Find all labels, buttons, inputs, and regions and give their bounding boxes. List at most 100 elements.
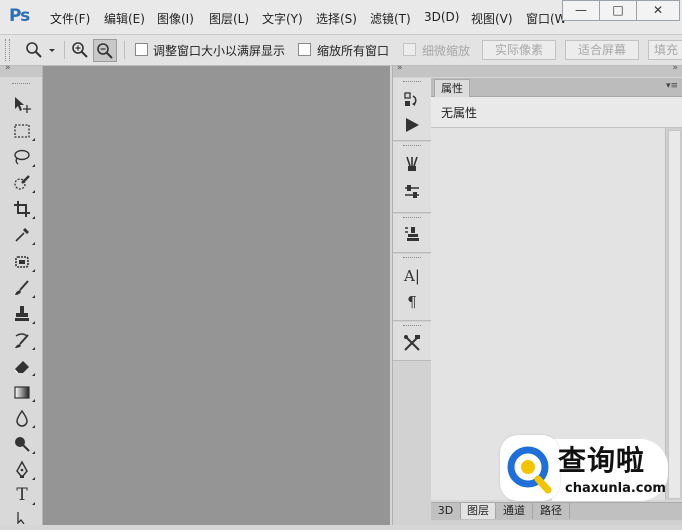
move-tool[interactable] xyxy=(12,94,32,114)
menu-filter[interactable]: 滤镜(T) xyxy=(370,10,411,27)
blur-drop-icon xyxy=(16,409,28,427)
options-bar: 调整窗口大小以满屏显示 缩放所有窗口 细微缩放 实际像素 适合屏幕 填充 xyxy=(0,35,682,66)
tool-flyout-indicator xyxy=(32,425,35,428)
tool-flyout-indicator xyxy=(32,347,35,350)
menu-type[interactable]: 文字(Y) xyxy=(262,10,303,27)
lasso-tool[interactable] xyxy=(12,147,35,167)
zoom-in-icon[interactable] xyxy=(71,41,89,59)
type-icon: T xyxy=(16,485,28,505)
document-workspace[interactable] xyxy=(43,66,390,525)
group-grip[interactable] xyxy=(403,257,421,258)
app-logo: Ps xyxy=(9,6,30,26)
watermark-title: 查询啦 xyxy=(558,444,646,477)
tool-presets-icon[interactable] xyxy=(402,333,422,353)
tool-flyout-indicator xyxy=(32,373,35,376)
eyedropper-tool[interactable] xyxy=(12,225,35,245)
menu-view[interactable]: 视图(V) xyxy=(471,10,513,27)
maximize-button[interactable]: □ xyxy=(599,0,637,21)
clone-stamp-tool[interactable] xyxy=(12,304,35,324)
paragraph-panel-icon[interactable]: ¶ xyxy=(402,292,422,312)
dock-group-tool-presets xyxy=(393,322,431,361)
tab-properties[interactable]: 属性 xyxy=(434,79,470,97)
eraser-tool[interactable] xyxy=(12,356,35,376)
actual-pixels-button[interactable]: 实际像素 xyxy=(482,40,556,60)
menu-3d[interactable]: 3D(D) xyxy=(424,10,459,24)
collapse-icon: » xyxy=(5,63,10,73)
dock-group-clone-source xyxy=(393,214,431,253)
properties-header: 无属性 xyxy=(431,97,682,128)
actions-panel-icon[interactable] xyxy=(402,115,422,135)
eraser-icon xyxy=(14,361,29,374)
crop-tool[interactable] xyxy=(12,199,35,219)
zoom-all-windows-checkbox[interactable] xyxy=(298,43,311,56)
adjustments-icon[interactable] xyxy=(402,182,422,202)
fill-screen-button[interactable]: 填充 xyxy=(648,40,682,60)
menu-select[interactable]: 选择(S) xyxy=(316,10,357,27)
clone-source-icon[interactable] xyxy=(402,225,422,245)
gradient-icon xyxy=(14,386,30,399)
close-button[interactable]: ✕ xyxy=(636,0,680,21)
zoom-tool-preset-icon[interactable] xyxy=(25,41,55,59)
panel-dock-column: » A| ¶ xyxy=(392,63,432,525)
rectangular-marquee-icon xyxy=(14,124,30,138)
quick-selection-tool[interactable] xyxy=(12,173,35,193)
tool-flyout-indicator xyxy=(32,190,35,193)
tab-paths[interactable]: 路径 xyxy=(533,503,570,519)
tab-channels[interactable]: 通道 xyxy=(496,503,533,519)
panel-menu-icon[interactable]: ▾≡ xyxy=(666,81,678,91)
zoom-all-windows-label: 缩放所有窗口 xyxy=(317,44,390,58)
panel-top-bar[interactable]: » xyxy=(431,63,682,77)
menu-layer[interactable]: 图层(L) xyxy=(209,10,249,27)
type-tool[interactable]: T xyxy=(12,485,35,505)
resize-windows-checkbox[interactable] xyxy=(135,43,148,56)
character-panel-icon[interactable]: A| xyxy=(402,266,422,286)
tools-panel: » T xyxy=(0,63,43,525)
history-panel-icon[interactable] xyxy=(402,90,422,110)
menu-image[interactable]: 图像(I) xyxy=(157,10,194,27)
maximize-icon: □ xyxy=(612,3,624,17)
brush-tool[interactable] xyxy=(12,278,35,298)
tools-panel-header[interactable]: » xyxy=(0,63,42,77)
brush-presets-icon[interactable] xyxy=(402,154,422,174)
options-bar-grip[interactable] xyxy=(5,39,10,61)
blur-tool[interactable] xyxy=(12,408,35,428)
group-grip[interactable] xyxy=(403,145,421,146)
lasso-icon xyxy=(14,149,30,165)
dock-group-character: A| ¶ xyxy=(393,254,431,321)
menu-window[interactable]: 窗口(W xyxy=(526,10,567,27)
tool-flyout-indicator xyxy=(32,138,35,141)
group-grip[interactable] xyxy=(403,325,421,326)
path-selection-tool[interactable] xyxy=(12,510,32,530)
dock-header[interactable]: » xyxy=(393,63,431,77)
separator xyxy=(124,41,125,59)
zoom-out-button[interactable] xyxy=(93,39,117,62)
menu-file[interactable]: 文件(F) xyxy=(50,10,90,27)
minimize-button[interactable]: — xyxy=(562,0,600,21)
history-brush-icon xyxy=(15,333,29,348)
gradient-tool[interactable] xyxy=(12,382,35,402)
tab-3d[interactable]: 3D xyxy=(431,503,461,519)
tool-flyout-indicator xyxy=(32,451,35,454)
spot-healing-tool[interactable] xyxy=(12,252,35,272)
close-icon: ✕ xyxy=(652,3,664,17)
fit-screen-button[interactable]: 适合屏幕 xyxy=(565,40,639,60)
history-brush-tool[interactable] xyxy=(12,330,35,350)
pen-tool[interactable] xyxy=(12,460,35,480)
watermark: 查询啦 chaxunla.com xyxy=(500,435,670,505)
path-selection-icon xyxy=(17,512,25,525)
crop-icon xyxy=(14,201,30,217)
dodge-icon xyxy=(15,437,30,452)
tool-flyout-indicator xyxy=(32,242,35,245)
marquee-tool[interactable] xyxy=(12,121,35,141)
dodge-tool[interactable] xyxy=(12,434,35,454)
menu-edit[interactable]: 编辑(E) xyxy=(104,10,145,27)
minimize-icon: — xyxy=(575,3,587,17)
scrubby-zoom-checkbox[interactable] xyxy=(403,43,416,56)
tools-grip[interactable] xyxy=(12,83,30,86)
tab-layers[interactable]: 图层 xyxy=(461,503,496,519)
scrubby-zoom-label: 细微缩放 xyxy=(422,44,471,58)
no-properties-label: 无属性 xyxy=(441,106,478,120)
group-grip[interactable] xyxy=(403,81,421,82)
group-grip[interactable] xyxy=(403,217,421,218)
zoom-out-icon xyxy=(97,43,113,59)
